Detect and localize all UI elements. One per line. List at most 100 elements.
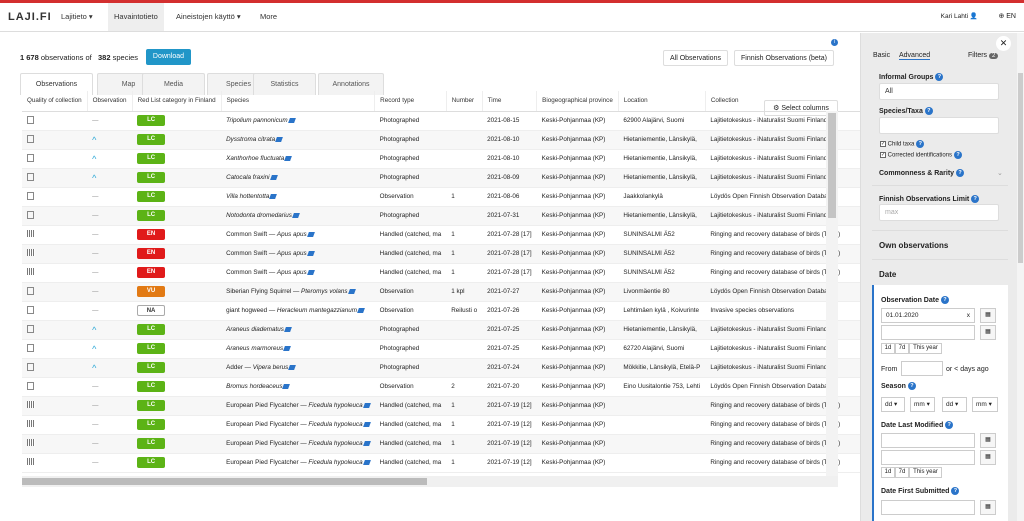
species-cell[interactable]: Catocala fraxini [221,168,375,188]
nav-more[interactable]: More [254,3,283,31]
table-row[interactable]: — LC European Pied Flycatcher — Ficedula h… [22,415,901,435]
clear-icon[interactable]: x [967,309,970,322]
info-icon[interactable]: i [831,39,838,46]
panel-scrollbar[interactable] [1017,33,1024,521]
help-icon[interactable]: ? [951,487,960,495]
help-icon[interactable]: ? [956,169,965,177]
species-cell[interactable]: Adder — Vipera berus [221,358,375,378]
table-row[interactable]: — NA giant hogweed — Heracleum mantegazzia… [22,301,901,321]
species-cell[interactable]: Dysstroma citrata [221,130,375,150]
species-cell[interactable]: Araneus diadematus [221,320,375,340]
column-header[interactable]: Collection [705,91,868,112]
species-cell[interactable]: Villa hottentotta [221,187,375,207]
own-observations-header[interactable]: Own observations [879,241,948,250]
all-observations-button[interactable]: All Observations [663,50,728,66]
language-switch[interactable]: ⊕ EN [998,3,1016,31]
help-icon[interactable]: ? [907,382,916,390]
season-start-month-select[interactable]: mm ▾ [910,397,935,412]
calendar-icon[interactable]: ▦ [980,500,996,515]
species-cell[interactable]: European Pied Flycatcher — Ficedula hypo… [221,453,375,473]
date-first-submitted-start-input[interactable] [881,500,975,515]
nav-aineistojen-kaytto[interactable]: Aineistojen käyttö ▾ [170,3,247,31]
close-panel-icon[interactable]: ✕ [996,36,1011,51]
help-icon[interactable]: ? [935,73,944,81]
species-cell[interactable]: European Pied Flycatcher — Ficedula hypo… [221,434,375,454]
help-icon[interactable]: ? [916,140,925,148]
user-menu[interactable]: Kari Lahti 👤 [941,3,978,31]
table-row[interactable]: ^ LC Dysstroma citrata Photographed 2021-08-… [22,130,901,150]
species-cell[interactable]: Tripolium pannonicum [221,111,375,131]
table-row[interactable]: — LC Villa hottentotta Observation 1 2021-08-… [22,187,901,207]
species-cell[interactable]: Common Swift — Apus apus [221,225,375,245]
help-icon[interactable]: ? [954,151,963,159]
chevron-down-icon[interactable]: ⌄ [997,169,1003,177]
table-row[interactable]: ^ LC Adder — Vipera berus Photographed 2021-… [22,358,901,378]
quick-this-year-button[interactable]: This year [909,467,942,478]
column-header[interactable]: Quality of collection [22,91,88,112]
nav-lajitieto[interactable]: Lajitieto ▾ [55,3,99,31]
quick-1d-button[interactable]: 1d [881,343,895,354]
table-row[interactable]: — LC Tripolium pannonicum Photographed 2021-… [22,111,901,131]
quick-7d-button[interactable]: 7d [895,467,909,478]
date-header[interactable]: Date [879,270,896,279]
species-cell[interactable]: Bromus hordeaceus [221,377,375,397]
download-button[interactable]: Download [146,49,191,65]
column-header[interactable]: Red List category in Finland [132,91,222,112]
finnish-observations-button[interactable]: Finnish Observations (beta) [734,50,834,66]
species-cell[interactable]: Siberian Flying Squirrel — Pteromys vola… [221,282,375,302]
table-row[interactable]: — LC Notodonta dromedarius Photographed 2021… [22,206,901,226]
table-row[interactable]: — EN Common Swift — Apus apus Handled (catc… [22,225,901,245]
calendar-icon[interactable]: ▦ [980,325,996,340]
table-row[interactable]: — LC European Pied Flycatcher — Ficedula h… [22,396,901,416]
table-row[interactable]: ^ LC Araneus marmoreus Photographed 2021-07-… [22,339,901,359]
nav-havaintotieto[interactable]: Havaintotieto [108,3,164,31]
child-taxa-checkbox[interactable]: ✓ Child taxa? [880,140,925,148]
date-last-modified-end-input[interactable] [881,450,975,465]
table-row[interactable]: ^ LC Xanthorhoe fluctuata Photographed 2021-… [22,149,901,169]
informal-groups-select[interactable]: All [879,83,999,100]
species-cell[interactable]: European Pied Flycatcher — Ficedula hypo… [221,396,375,416]
observation-date-start-input[interactable]: 01.01.2020 x [881,308,975,323]
table-vertical-scrollbar[interactable] [826,111,838,476]
help-icon[interactable]: ? [945,421,954,429]
species-cell[interactable]: European Pied Flycatcher — Ficedula hypo… [221,415,375,435]
quick-this-year-button[interactable]: This year [909,343,942,354]
species-cell[interactable]: Common Swift — Apus apus [221,244,375,264]
table-row[interactable]: ^ LC Araneus diadematus Photographed 2021-07… [22,320,901,340]
vertical-scroll-thumb[interactable] [828,113,836,218]
help-icon[interactable]: ? [924,107,933,115]
tab-advanced[interactable]: Advanced [899,52,931,60]
column-header[interactable]: Location [618,91,706,112]
help-icon[interactable]: ? [971,195,980,203]
season-end-day-select[interactable]: dd ▾ [942,397,967,412]
table-row[interactable]: — LC European Pied Flycatcher — Ficedula h… [22,434,901,454]
column-header[interactable]: Time [482,91,538,112]
date-last-modified-start-input[interactable] [881,433,975,448]
column-header[interactable]: Record type [374,91,447,112]
column-header[interactable]: Biogeographical province [536,91,619,112]
column-header[interactable]: Number [446,91,483,112]
corrected-identifications-checkbox[interactable]: ✓ Corrected identifications? [880,151,963,159]
days-ago-input[interactable] [901,361,943,376]
table-horizontal-scrollbar[interactable] [22,476,838,487]
horizontal-scroll-thumb[interactable] [22,478,427,485]
filters-toggle[interactable]: Filters 2 [968,52,999,59]
table-row[interactable]: — LC Bromus hordeaceus Observation 2 2021-07-… [22,377,901,397]
species-cell[interactable]: giant hogweed — Heracleum mantegazzianum [221,301,375,321]
column-header[interactable]: Observation [87,91,133,112]
quick-1d-button[interactable]: 1d [881,467,895,478]
table-row[interactable]: — VU Siberian Flying Squirrel — Pteromys v… [22,282,901,302]
observation-date-end-input[interactable] [881,325,975,340]
quick-7d-button[interactable]: 7d [895,343,909,354]
species-taxa-input[interactable] [879,117,999,134]
species-cell[interactable]: Xanthorhoe fluctuata [221,149,375,169]
season-start-day-select[interactable]: dd ▾ [881,397,905,412]
table-row[interactable]: ^ LC Catocala fraxini Photographed 2021-08-0… [22,168,901,188]
panel-scroll-thumb[interactable] [1018,73,1023,263]
table-row[interactable]: — LC European Pied Flycatcher — Ficedula h… [22,453,901,473]
table-row[interactable]: — EN Common Swift — Apus apus Handled (catc… [22,244,901,264]
species-cell[interactable]: Common Swift — Apus apus [221,263,375,283]
calendar-icon[interactable]: ▦ [980,433,996,448]
site-logo[interactable]: LAJI.FI [8,11,52,23]
finnish-limit-input[interactable]: max [879,204,999,221]
